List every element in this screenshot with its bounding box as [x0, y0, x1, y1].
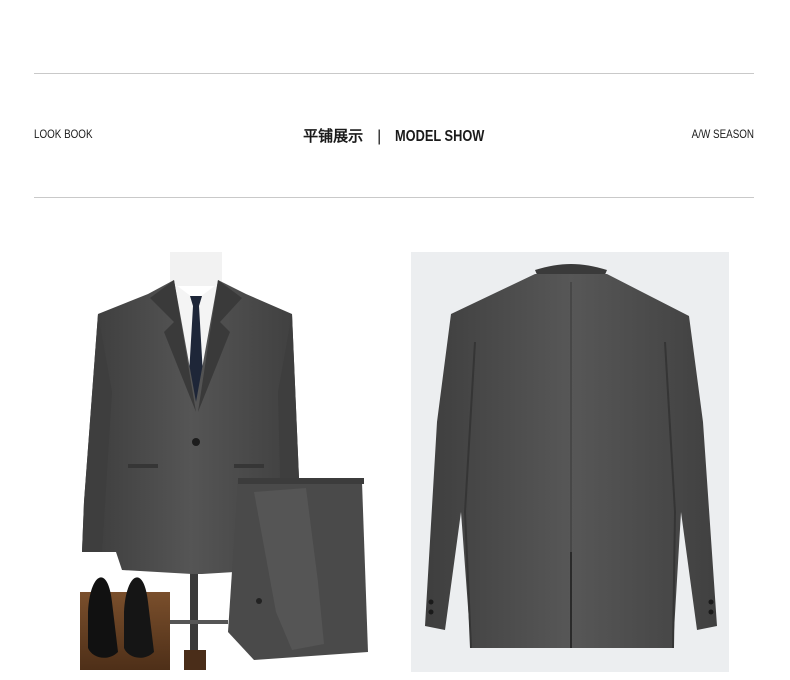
top-divider — [34, 73, 754, 74]
suit-front-illustration — [80, 252, 368, 670]
section-title-en: MODEL SHOW — [395, 128, 485, 145]
season-label: A/W SEASON — [691, 127, 754, 141]
section-title-cn: 平铺展示 — [303, 127, 364, 145]
title-separator: | — [377, 128, 382, 145]
suit-back-photo — [411, 252, 729, 672]
section-title: 平铺展示 | MODEL SHOW — [0, 125, 790, 146]
suit-back-illustration — [425, 264, 717, 649]
bottom-divider — [34, 197, 754, 198]
suit-front-photo — [78, 252, 370, 672]
